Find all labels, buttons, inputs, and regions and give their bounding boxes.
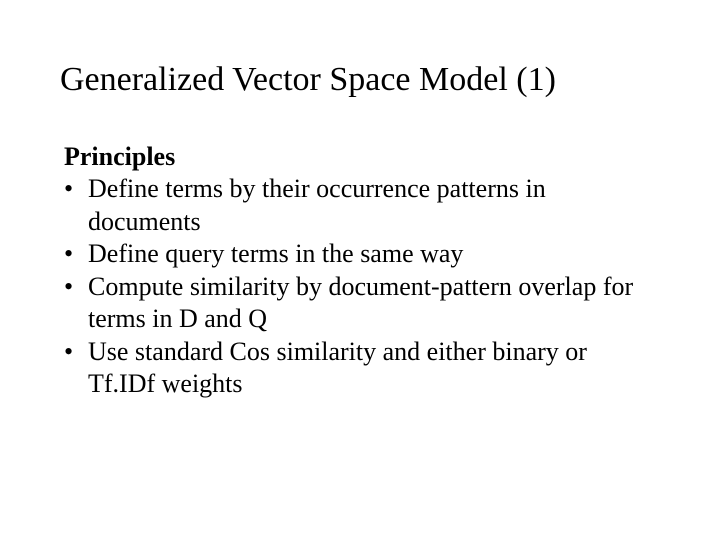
bullet-text: Compute similarity by document-pattern o… (88, 271, 660, 336)
bullet-text: Define query terms in the same way (88, 238, 660, 271)
bullet-dot-icon: • (64, 336, 88, 369)
bullet-dot-icon: • (64, 173, 88, 206)
slide-body: Principles • Define terms by their occur… (60, 141, 660, 401)
slide-title: Generalized Vector Space Model (1) (60, 60, 660, 101)
slide: Generalized Vector Space Model (1) Princ… (0, 0, 720, 540)
bullet-item: • Use standard Cos similarity and either… (64, 336, 660, 401)
bullet-item: • Define terms by their occurrence patte… (64, 173, 660, 238)
bullet-item: • Define query terms in the same way (64, 238, 660, 271)
bullet-text: Define terms by their occurrence pattern… (88, 173, 660, 238)
bullet-dot-icon: • (64, 271, 88, 304)
bullet-text: Use standard Cos similarity and either b… (88, 336, 660, 401)
bullet-dot-icon: • (64, 238, 88, 271)
bullet-item: • Compute similarity by document-pattern… (64, 271, 660, 336)
subheading: Principles (64, 141, 660, 174)
